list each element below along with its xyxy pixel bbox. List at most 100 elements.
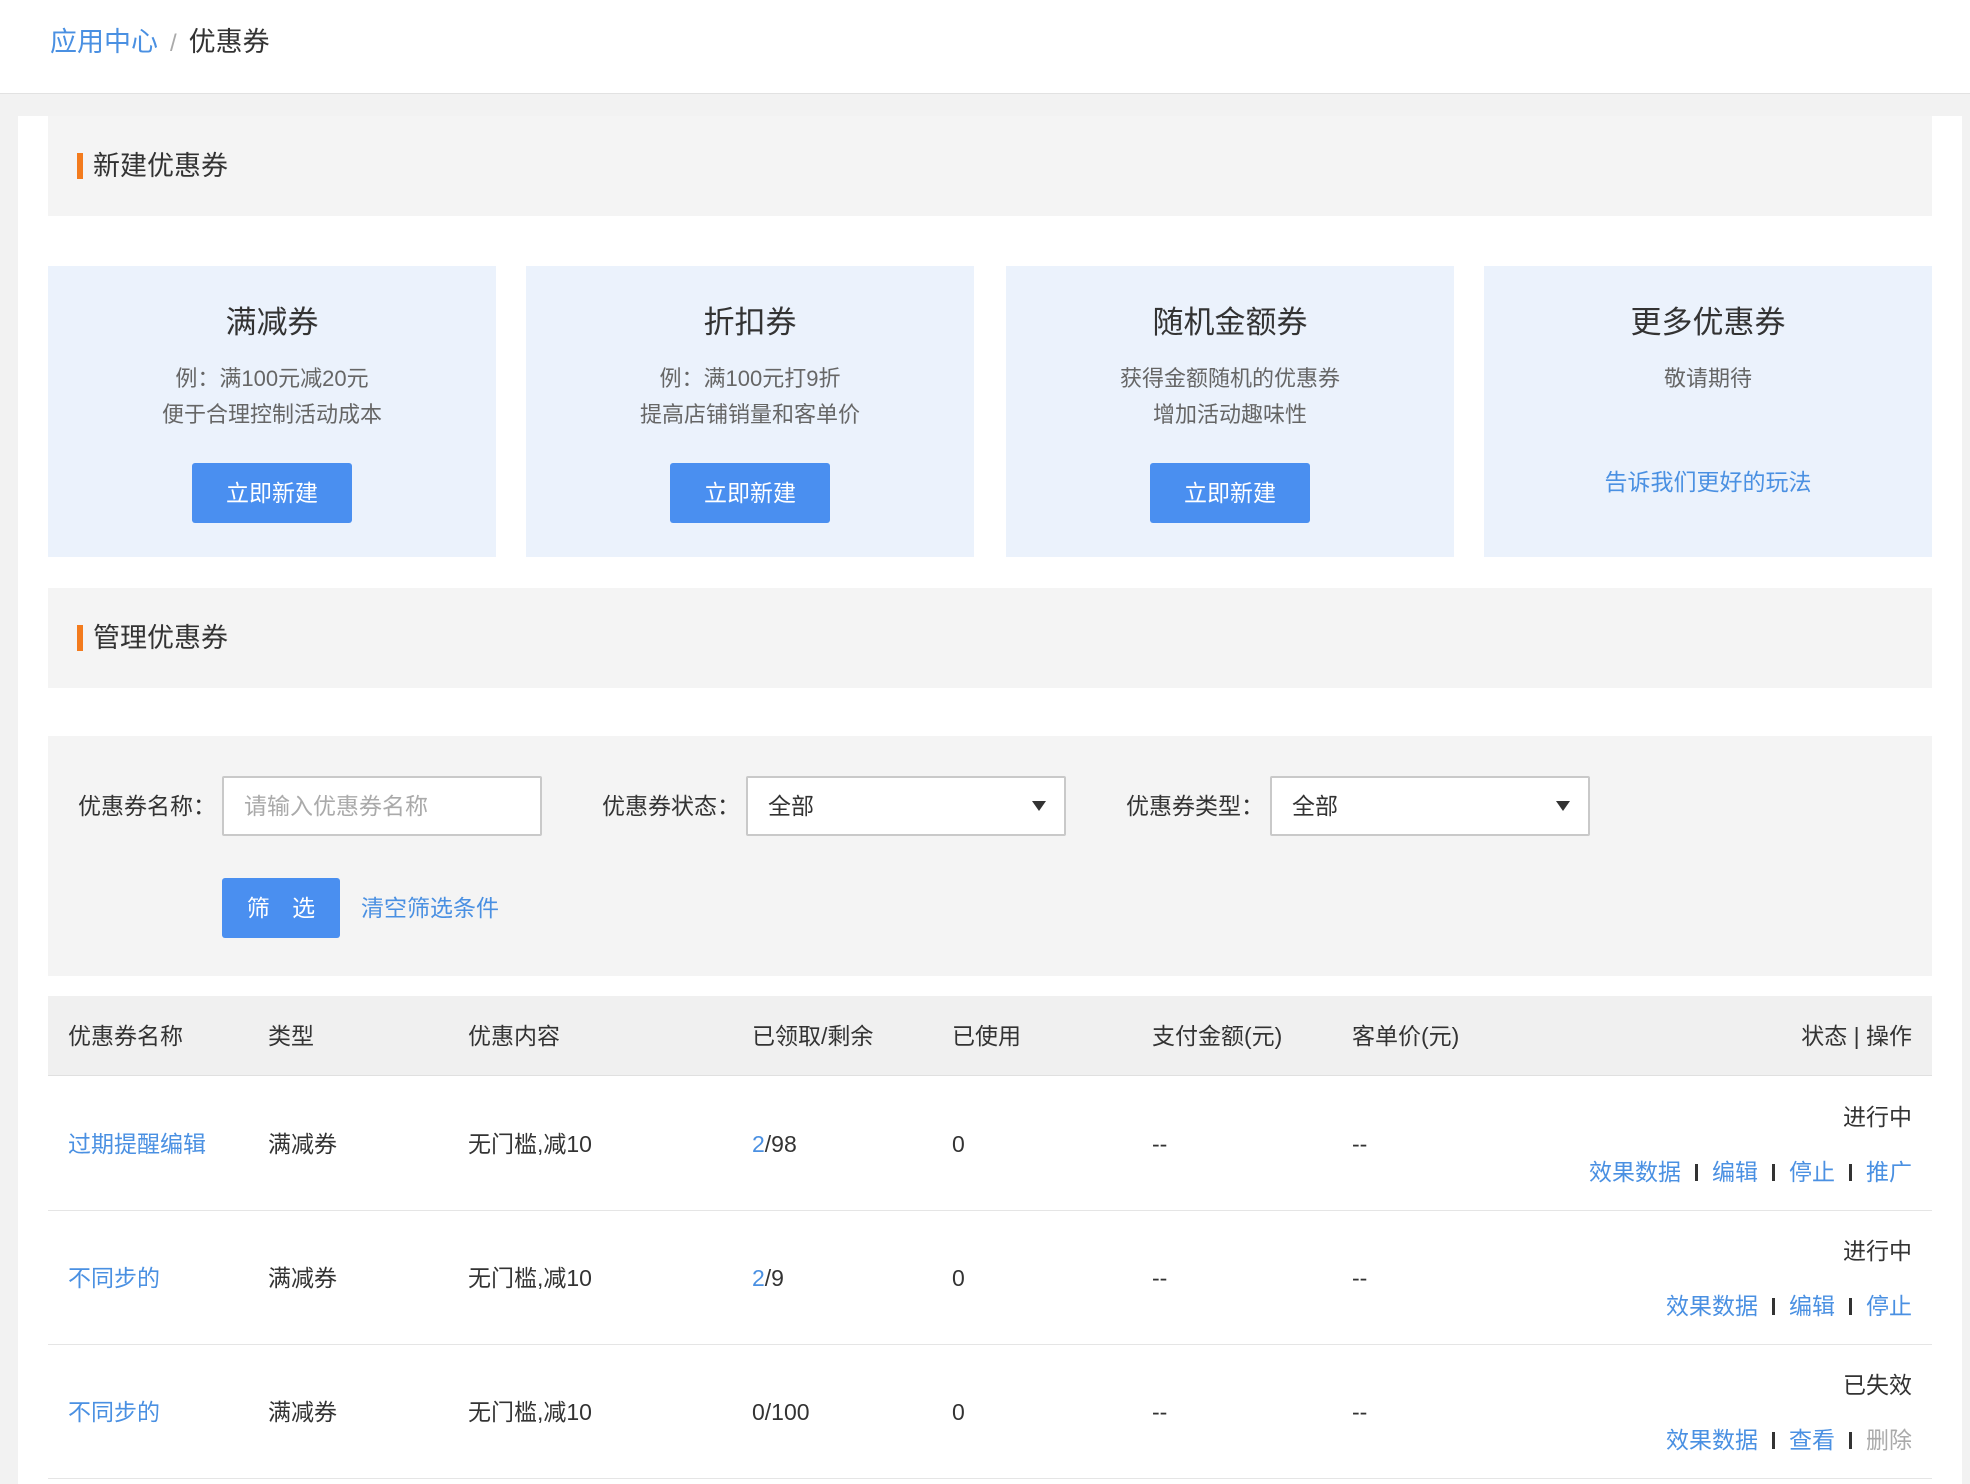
card-title: 随机金额券 [1152, 305, 1308, 340]
create-full-reduction-button[interactable]: 立即新建 [192, 463, 352, 523]
col-name: 优惠券名称 [68, 1023, 183, 1049]
create-random-amount-button[interactable]: 立即新建 [1150, 463, 1310, 523]
action-divider [1849, 1298, 1852, 1315]
card-desc-line: 获得金额随机的优惠券 [1119, 366, 1340, 391]
col-used: 已使用 [952, 1023, 1021, 1049]
coupon-type: 满减券 [268, 1399, 337, 1425]
card-title: 更多优惠券 [1630, 305, 1786, 340]
claimed-remaining: 2/9 [752, 1258, 784, 1298]
paid-amount: -- [1152, 1265, 1168, 1291]
avg-order-value: -- [1352, 1265, 1368, 1291]
table-header: 优惠券名称 类型 优惠内容 已领取/剩余 已使用 支付金额(元) 客单价(元) … [48, 996, 1932, 1076]
coupon-type-value: 全部 [1292, 793, 1338, 819]
coupon-status-select[interactable]: 全部 [746, 776, 1066, 836]
coupon-type-select[interactable]: 全部 [1270, 776, 1590, 836]
avg-order-value: -- [1352, 1399, 1368, 1425]
coupon-card-more: 更多优惠券 敬请期待 告诉我们更好的玩法 [1484, 266, 1932, 557]
caret-down-icon [1032, 801, 1046, 811]
col-claimed-remaining: 已领取/剩余 [752, 1023, 874, 1049]
table-row: 不同步的 满减券 无门槛,减10 0/100 0 -- -- 已失效 效果数据 查… [48, 1345, 1932, 1479]
status-text: 进行中 [1843, 1238, 1912, 1264]
paid-amount: -- [1152, 1399, 1168, 1425]
section-accent-bar [77, 153, 83, 179]
stats-link[interactable]: 效果数据 [1666, 1293, 1758, 1319]
claimed-remaining: 0/100 [752, 1399, 810, 1425]
remaining-count: /98 [764, 1131, 797, 1157]
create-section-title: 新建优惠券 [93, 151, 228, 181]
suggest-feedback-link[interactable]: 告诉我们更好的玩法 [1484, 462, 1932, 502]
top-bar: 应用中心 / 优惠券 [0, 0, 1970, 94]
promote-link[interactable]: 推广 [1866, 1159, 1912, 1185]
card-title: 折扣券 [703, 305, 797, 340]
card-desc-line: 例：满100元减20元 [175, 366, 369, 391]
status-text: 已失效 [1843, 1372, 1912, 1398]
coupon-content: 无门槛,减10 [468, 1131, 592, 1157]
stats-link[interactable]: 效果数据 [1666, 1427, 1758, 1453]
card-description: 例：满100元减20元 便于合理控制活动成本 [48, 361, 496, 433]
used-count: 0 [952, 1399, 965, 1425]
stop-link[interactable]: 停止 [1789, 1159, 1835, 1185]
coupon-content: 无门槛,减10 [468, 1265, 592, 1291]
card-desc-line: 提高店铺销量和客单价 [639, 402, 860, 427]
coupon-name-input[interactable]: 请输入优惠券名称 [222, 776, 542, 836]
main-panel: 新建优惠券 满减券 例：满100元减20元 便于合理控制活动成本 立即新建 折扣… [18, 116, 1962, 1484]
create-discount-button[interactable]: 立即新建 [670, 463, 830, 523]
create-section-header: 新建优惠券 [48, 116, 1932, 216]
stop-link[interactable]: 停止 [1866, 1293, 1912, 1319]
action-divider [1772, 1164, 1775, 1181]
coupon-status-value: 全部 [768, 793, 814, 819]
filter-button[interactable]: 筛 选 [222, 878, 340, 938]
breadcrumb: 应用中心 / 优惠券 [50, 22, 270, 64]
clear-filters-link[interactable]: 清空筛选条件 [361, 888, 499, 928]
coupon-card-discount: 折扣券 例：满100元打9折 提高店铺销量和客单价 立即新建 [526, 266, 974, 557]
coupon-card-full-reduction: 满减券 例：满100元减20元 便于合理控制活动成本 立即新建 [48, 266, 496, 557]
card-desc-line: 例：满100元打9折 [659, 366, 841, 391]
status-text: 进行中 [1843, 1104, 1912, 1130]
breadcrumb-app-center-link[interactable]: 应用中心 [50, 27, 158, 57]
card-description: 例：满100元打9折 提高店铺销量和客单价 [526, 361, 974, 433]
action-divider [1772, 1432, 1775, 1449]
action-divider [1849, 1432, 1852, 1449]
action-divider [1849, 1164, 1852, 1181]
table-row: 过期提醒编辑 满减券 无门槛,减10 2/98 0 -- -- 进行中 效果数据… [48, 1077, 1932, 1211]
edit-link[interactable]: 编辑 [1712, 1159, 1758, 1185]
claimed-count-link[interactable]: 2 [752, 1131, 765, 1157]
col-type: 类型 [268, 1023, 314, 1049]
coupon-type: 满减券 [268, 1265, 337, 1291]
paid-amount: -- [1152, 1131, 1168, 1157]
view-link[interactable]: 查看 [1789, 1427, 1835, 1453]
card-title: 满减券 [225, 305, 319, 340]
avg-order-value: -- [1352, 1131, 1368, 1157]
row-actions: 效果数据 编辑 停止 推广 [1589, 1152, 1912, 1192]
delete-link: 删除 [1866, 1427, 1912, 1453]
filter-panel: 优惠券名称： 请输入优惠券名称 优惠券状态： 全部 优惠券类型： 全部 筛 选 … [48, 736, 1932, 976]
used-count: 0 [952, 1265, 965, 1291]
manage-section-header: 管理优惠券 [48, 588, 1932, 688]
row-actions: 效果数据 编辑 停止 [1666, 1286, 1912, 1326]
remaining-count: /9 [764, 1265, 784, 1291]
edit-link[interactable]: 编辑 [1789, 1293, 1835, 1319]
breadcrumb-separator: / [170, 30, 177, 57]
coupon-card-random-amount: 随机金额券 获得金额随机的优惠券 增加活动趣味性 立即新建 [1006, 266, 1454, 557]
col-avg-order: 客单价(元) [1352, 1023, 1460, 1049]
coupon-type-label: 优惠券类型： [1126, 793, 1264, 819]
table-row: 不同步的 满减券 无门槛,减10 2/9 0 -- -- 进行中 效果数据 编辑 停… [48, 1211, 1932, 1345]
col-content: 优惠内容 [468, 1023, 560, 1049]
stats-link[interactable]: 效果数据 [1589, 1159, 1681, 1185]
coupon-status-label: 优惠券状态： [602, 793, 740, 819]
manage-section-title: 管理优惠券 [93, 623, 228, 653]
col-paid-amount: 支付金额(元) [1152, 1023, 1283, 1049]
coupon-type: 满减券 [268, 1131, 337, 1157]
claimed-count-link[interactable]: 2 [752, 1265, 765, 1291]
coupon-content: 无门槛,减10 [468, 1399, 592, 1425]
card-description: 敬请期待 [1484, 361, 1932, 397]
section-accent-bar [77, 625, 83, 651]
coupon-name-label: 优惠券名称： [78, 793, 216, 819]
card-description: 获得金额随机的优惠券 增加活动趣味性 [1006, 361, 1454, 433]
action-divider [1772, 1298, 1775, 1315]
coupon-name-link[interactable]: 不同步的 [68, 1258, 160, 1298]
card-desc-line: 便于合理控制活动成本 [161, 402, 382, 427]
row-actions: 效果数据 查看 删除 [1666, 1420, 1912, 1460]
coupon-name-link[interactable]: 过期提醒编辑 [68, 1124, 206, 1164]
coupon-name-link[interactable]: 不同步的 [68, 1392, 160, 1432]
